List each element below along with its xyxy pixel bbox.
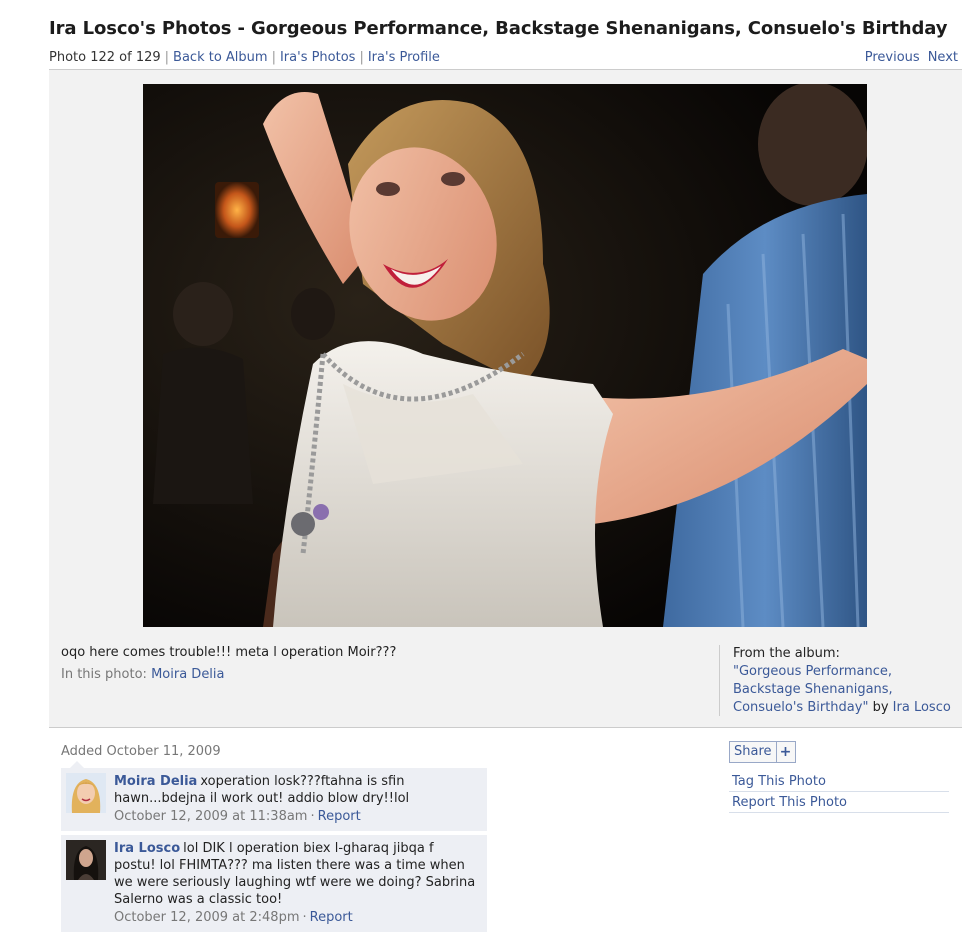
page-title: Ira Losco's Photos - Gorgeous Performanc… xyxy=(49,18,948,39)
album-owner-link[interactable]: Ira Losco xyxy=(893,700,951,715)
photo-caption: oqo here comes trouble!!! meta l operati… xyxy=(61,645,397,660)
plus-icon[interactable]: + xyxy=(777,742,795,762)
next-photo-link[interactable]: Next xyxy=(928,50,958,65)
report-photo-link[interactable]: Report This Photo xyxy=(729,792,949,813)
from-album-label: From the album: xyxy=(733,646,840,661)
avatar[interactable] xyxy=(66,840,106,880)
comment-author-link[interactable]: Ira Losco xyxy=(114,841,180,856)
album-name-link[interactable]: "Gorgeous Performance, Backstage Shenani… xyxy=(733,664,893,715)
comment-meta: October 12, 2009 at 11:38am · Report xyxy=(114,808,479,825)
comment-timestamp: October 12, 2009 at 11:38am xyxy=(114,809,308,824)
added-date: Added October 11, 2009 xyxy=(61,744,221,759)
by-label: by xyxy=(872,700,889,715)
report-comment-link[interactable]: Report xyxy=(318,809,361,824)
photo-subnav: Photo 122 of 129 | Back to Album | Ira's Pho… xyxy=(49,50,440,65)
report-comment-link[interactable]: Report xyxy=(310,910,353,925)
separator: · xyxy=(302,910,307,925)
separator: | xyxy=(359,50,364,65)
previous-photo-link[interactable]: Previous xyxy=(865,50,920,65)
photo-count: Photo 122 of 129 xyxy=(49,50,161,65)
separator: | xyxy=(164,50,170,65)
comment-list: Moira Delia xoperation losk???ftahna is s… xyxy=(61,768,487,935)
separator: · xyxy=(310,809,315,824)
comment-meta: October 12, 2009 at 2:48pm · Report xyxy=(114,909,479,926)
avatar[interactable] xyxy=(66,773,106,813)
action-links: Tag This Photo Report This Photo xyxy=(729,771,949,813)
share-button[interactable]: Share + xyxy=(729,741,796,763)
back-to-album-link[interactable]: Back to Album xyxy=(173,50,268,65)
share-label[interactable]: Share xyxy=(730,742,777,762)
comment-item: Ira Losco lol DIK l operation biex l-ghar… xyxy=(61,835,487,933)
separator: | xyxy=(271,50,276,65)
tag-photo-link[interactable]: Tag This Photo xyxy=(729,771,949,792)
comment-text: Moira Delia xoperation losk???ftahna is s… xyxy=(114,773,479,807)
main-photo[interactable] xyxy=(143,84,867,627)
blonde-woman-avatar-icon xyxy=(66,773,106,813)
comment-item: Moira Delia xoperation losk???ftahna is s… xyxy=(61,768,487,832)
owner-profile-link[interactable]: Ira's Profile xyxy=(368,50,440,65)
owner-photos-link[interactable]: Ira's Photos xyxy=(280,50,355,65)
photo-pager: Previous Next xyxy=(865,50,958,65)
comment-timestamp: October 12, 2009 at 2:48pm xyxy=(114,910,300,925)
album-name-line: "Gorgeous Performance, Backstage Shenani… xyxy=(733,663,959,717)
comment-text: Ira Losco lol DIK l operation biex l-ghar… xyxy=(114,840,479,908)
photo-image xyxy=(143,84,867,627)
album-info: From the album: "Gorgeous Performance, B… xyxy=(719,645,959,716)
photo-actions: Share + Tag This Photo Report This Photo xyxy=(729,741,949,813)
tagged-people: In this photo: Moira Delia xyxy=(61,667,225,682)
tagged-person-link[interactable]: Moira Delia xyxy=(151,667,224,682)
comment-author-link[interactable]: Moira Delia xyxy=(114,774,197,789)
comment-notch xyxy=(70,761,84,768)
photo-panel: oqo here comes trouble!!! meta l operati… xyxy=(49,70,962,728)
dark-hair-woman-avatar-icon xyxy=(66,840,106,880)
in-this-photo-label: In this photo: xyxy=(61,667,147,682)
